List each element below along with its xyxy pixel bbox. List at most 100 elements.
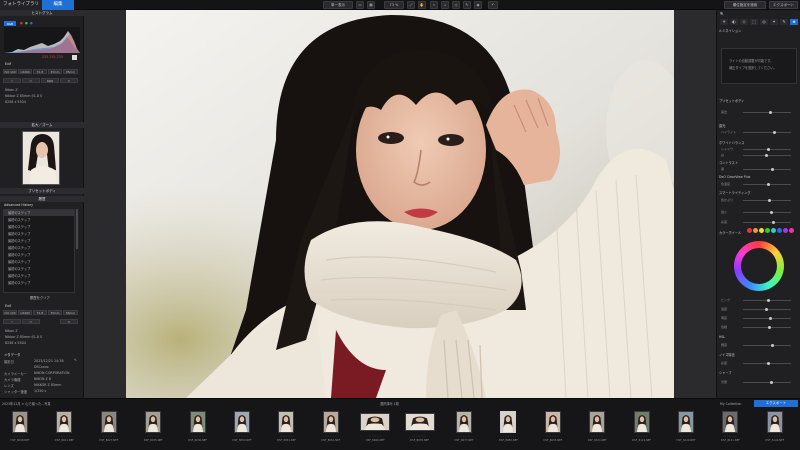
rating-stars[interactable]: ☆☆☆☆☆ [444, 435, 484, 438]
filmstrip-thumbnail[interactable] [322, 411, 339, 433]
filmstrip-thumbnail[interactable] [500, 411, 517, 433]
history-item[interactable]: 最初のステップ [8, 280, 74, 286]
history-scrollbar[interactable] [76, 209, 78, 249]
collection-button[interactable]: My Collection [720, 401, 752, 407]
rating-stars[interactable]: ☆☆☆☆☆ [266, 435, 306, 438]
slider[interactable] [737, 298, 797, 302]
rp-section[interactable]: コントラスト [719, 160, 738, 165]
histogram-header[interactable]: ヒストグラム [0, 10, 84, 16]
rating-stars[interactable]: ☆☆☆☆☆ [44, 435, 84, 438]
color-icon[interactable]: ◐ [730, 19, 738, 25]
rp-section[interactable]: スマートライティング [719, 190, 751, 195]
zoom-select[interactable]: 73 % [384, 1, 404, 9]
cyan-swatch[interactable] [771, 228, 776, 233]
history-item[interactable]: 最初のステップ [8, 231, 74, 237]
favorites-icon[interactable]: ★ [790, 19, 798, 25]
straighten-icon[interactable]: ⟂ [441, 1, 449, 9]
filmstrip-thumbnail[interactable] [633, 411, 650, 433]
clip-icon-b[interactable]: ● [30, 21, 33, 25]
watermark-icon[interactable]: ✎ [780, 19, 788, 25]
magenta-swatch[interactable] [789, 228, 794, 233]
grid-icon[interactable]: ▦ [367, 1, 375, 9]
edit-icon[interactable]: ✎ [74, 358, 77, 362]
filmstrip-path[interactable]: 2023年12月 > 山で撮った...写真 [2, 401, 102, 407]
history-item[interactable]: 最初のステップ [8, 224, 74, 230]
slider[interactable] [737, 147, 797, 151]
image-canvas[interactable] [84, 10, 716, 398]
rating-stars[interactable]: ☆☆☆☆☆ [533, 435, 573, 438]
rp-section[interactable]: プリセットボディ [719, 98, 744, 103]
tab-photo-library[interactable]: フォトライブラリ [0, 0, 42, 10]
rp-section[interactable]: カラーホイール [719, 230, 741, 235]
filmstrip-thumbnail[interactable] [766, 411, 783, 433]
slider[interactable] [737, 167, 797, 171]
yellow-swatch[interactable] [759, 228, 764, 233]
filmstrip-thumbnail[interactable] [56, 411, 73, 433]
slider[interactable] [737, 361, 797, 365]
apply-preset-button[interactable]: 順位指定を適用 [724, 1, 766, 9]
slider[interactable] [737, 343, 797, 347]
navigator-header[interactable]: 拡大／ズーム [0, 122, 84, 128]
light-icon[interactable]: ☀ [720, 19, 728, 25]
history-item[interactable]: 最初のステップ [8, 266, 74, 272]
histogram-mode-button[interactable]: RGB [4, 21, 16, 26]
export-top-button[interactable]: エクスポート [769, 1, 798, 9]
export-button[interactable]: エクスポート [754, 400, 798, 407]
clip-icon-r[interactable]: ● [20, 21, 23, 25]
filmstrip-thumbnail[interactable] [189, 411, 206, 433]
rating-stars[interactable]: ☆☆☆☆☆ [222, 435, 262, 438]
rp-section[interactable]: DxO ClearView Plus [719, 175, 750, 179]
history-item[interactable]: 最初のステップ [8, 210, 74, 216]
filmstrip-thumbnail[interactable] [145, 411, 162, 433]
rating-stars[interactable]: ☆☆☆☆☆ [710, 435, 750, 438]
slider[interactable] [737, 380, 797, 384]
filmstrip-thumbnail[interactable] [678, 411, 694, 433]
color-wheel[interactable] [734, 241, 784, 291]
rating-stars[interactable]: ☆☆☆☆☆ [311, 435, 351, 438]
rp-section[interactable]: ホワイトバランス [719, 140, 744, 145]
rating-stars[interactable]: ☆☆☆☆☆ [133, 435, 173, 438]
local-icon[interactable]: ◎ [760, 19, 768, 25]
rating-stars[interactable]: ☆☆☆☆☆ [577, 435, 617, 438]
orange-swatch[interactable] [753, 228, 758, 233]
slider[interactable] [737, 220, 797, 224]
clip-icon-g[interactable]: ● [25, 21, 28, 25]
filmstrip-thumbnail[interactable] [100, 411, 117, 433]
compare-icon[interactable]: ▭ [356, 1, 364, 9]
repair-icon[interactable]: ✎ [463, 1, 471, 9]
navigator-thumbnail[interactable] [22, 131, 60, 185]
slider[interactable] [737, 153, 797, 157]
rating-stars[interactable]: ☆☆☆☆☆ [400, 435, 440, 438]
rp-section[interactable]: ノイズ除去 [719, 352, 735, 357]
slider[interactable] [737, 182, 797, 186]
rating-stars[interactable]: ☆☆☆☆☆ [755, 435, 795, 438]
green-swatch[interactable] [765, 228, 770, 233]
filmstrip-thumbnail[interactable] [544, 411, 561, 433]
purple-swatch[interactable] [783, 228, 788, 233]
main-photo[interactable] [126, 10, 674, 398]
rating-stars[interactable]: ☆☆☆☆☆ [89, 435, 129, 438]
history-header[interactable]: 履歴 [0, 196, 84, 202]
rp-section[interactable]: 露光 [719, 123, 725, 128]
filmstrip-thumbnail[interactable] [12, 411, 28, 433]
slider[interactable] [737, 110, 797, 114]
slider[interactable] [737, 316, 797, 320]
fit-icon[interactable]: ⤢ [407, 1, 415, 9]
history-item[interactable]: 最初のステップ [8, 217, 74, 223]
history-item[interactable]: 最初のステップ [8, 252, 74, 258]
tab-edit[interactable]: 編集 [42, 0, 74, 10]
geometry-icon[interactable]: ⬚ [750, 19, 758, 25]
history-item[interactable]: 最初のステップ [8, 259, 74, 265]
filmstrip-thumbnail[interactable] [722, 411, 739, 433]
rating-stars[interactable]: ☆☆☆☆☆ [488, 435, 528, 438]
filmstrip-thumbnail[interactable] [360, 413, 391, 431]
red-swatch[interactable] [747, 228, 752, 233]
rp-section[interactable]: シャープ [719, 370, 732, 375]
slider[interactable] [737, 307, 797, 311]
filmstrip-thumbnail[interactable] [456, 411, 472, 433]
undo-icon[interactable]: ↶ [488, 1, 498, 9]
history-clear-button[interactable]: 履歴をクリア [30, 295, 50, 300]
detail-icon[interactable]: ◇ [740, 19, 748, 25]
rating-stars[interactable]: ☆☆☆☆☆ [355, 435, 395, 438]
filmstrip-thumbnail[interactable] [234, 411, 250, 433]
